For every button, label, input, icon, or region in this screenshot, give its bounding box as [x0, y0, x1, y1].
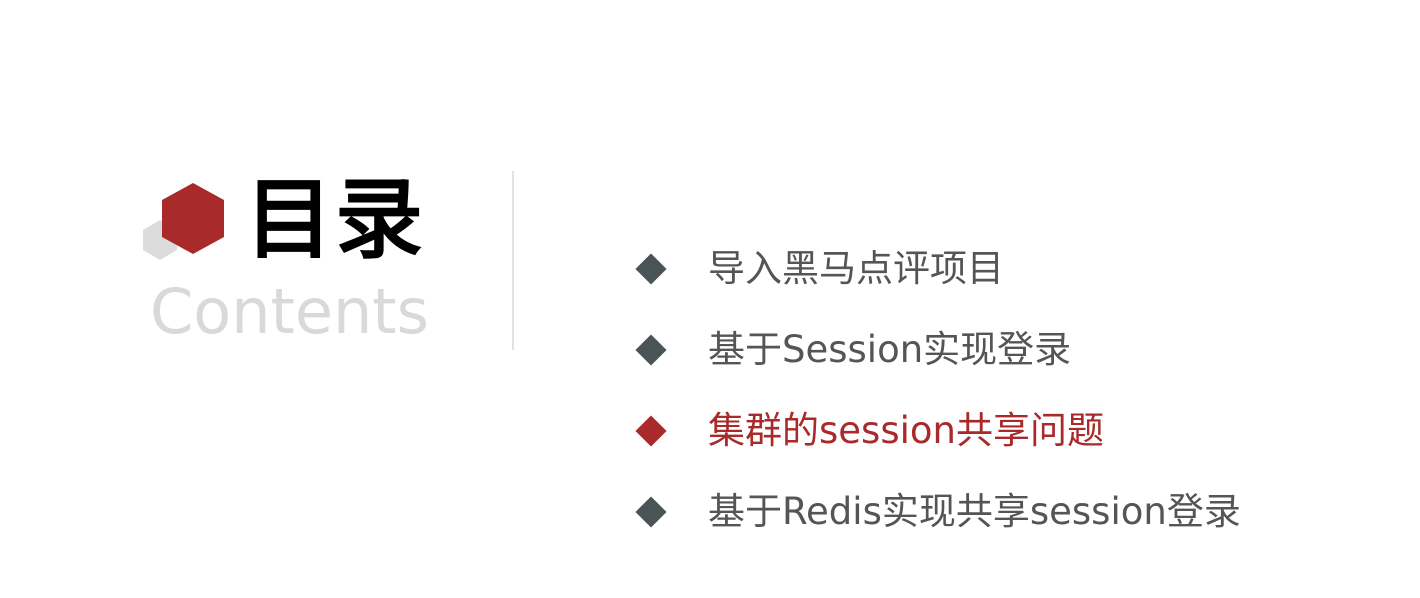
diamond-bullet-icon — [635, 495, 667, 528]
page-subtitle: Contents — [150, 275, 429, 348]
toc-list: 导入黑马点评项目 基于Session实现登录 集群的session共享问题 基于… — [634, 228, 1241, 552]
toc-item-label: 集群的session共享问题 — [708, 408, 1104, 452]
diamond-bullet-icon — [635, 252, 667, 285]
toc-item-1[interactable]: 导入黑马点评项目 — [634, 228, 1241, 309]
toc-item-label: 基于Redis实现共享session登录 — [708, 489, 1241, 533]
toc-item-label: 基于Session实现登录 — [708, 327, 1072, 371]
toc-item-4[interactable]: 基于Redis实现共享session登录 — [634, 471, 1241, 552]
toc-item-label: 导入黑马点评项目 — [708, 246, 1004, 290]
diamond-bullet-icon — [635, 414, 667, 447]
page-title: 目录 — [245, 168, 426, 271]
toc-item-2[interactable]: 基于Session实现登录 — [634, 309, 1241, 390]
diamond-bullet-icon — [635, 333, 667, 366]
hexagon-cluster-icon — [143, 183, 224, 260]
toc-item-3[interactable]: 集群的session共享问题 — [634, 390, 1241, 471]
vertical-divider — [512, 171, 514, 350]
